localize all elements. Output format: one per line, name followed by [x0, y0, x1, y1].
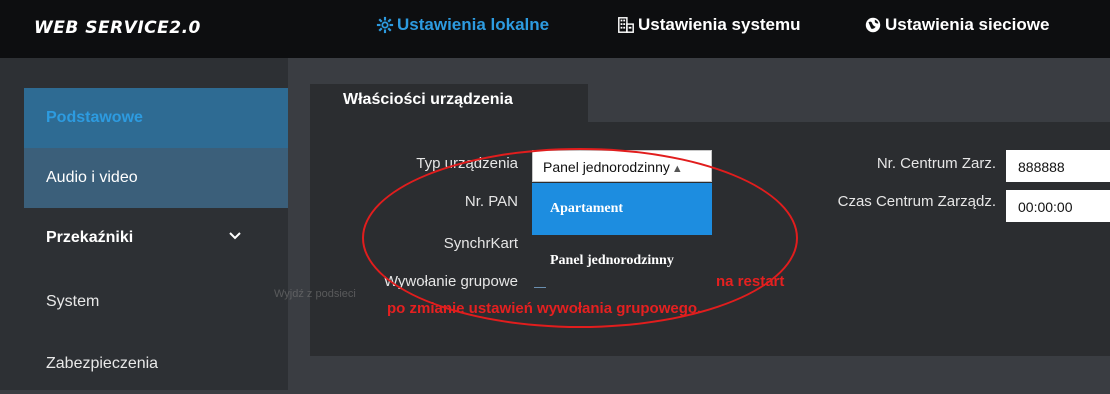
top-bar: WEB SERVICE2.0 Ustawienia lokalne Ustawi…: [0, 0, 1110, 58]
tab-device-properties[interactable]: Właściości urządzenia: [310, 84, 588, 122]
warning-line-2: po zmianie ustawień wywołania grupowego.: [387, 300, 702, 317]
building-icon: [617, 16, 635, 34]
globe-icon: [864, 16, 882, 34]
sidebar-item-system[interactable]: System: [24, 272, 288, 332]
sidebar-item-label: Przekaźniki: [46, 229, 134, 246]
sidebar-item-label: System: [46, 293, 100, 310]
pan-label: Nr. PAN: [464, 193, 518, 210]
option-apartament[interactable]: Apartament: [532, 183, 712, 235]
sidebar-item-label: Podstawowe: [46, 109, 143, 126]
nav-local-settings[interactable]: Ustawienia lokalne: [376, 15, 549, 35]
caret-up-icon: ▲: [671, 163, 683, 175]
mgmt-time-label: Czas Centrum Zarządz.: [837, 193, 996, 210]
sidebar-item-label: Zabezpieczenia: [46, 355, 159, 372]
ghost-tooltip-text: Wyjdź z podsieci: [274, 288, 356, 300]
gear-icon: [376, 16, 394, 34]
device-type-label: Typ urządzenia: [416, 155, 518, 172]
device-type-value: Panel jednorodzinny: [543, 159, 670, 175]
warning-line-1: na restart: [716, 273, 785, 290]
chevron-down-icon[interactable]: [228, 228, 242, 246]
option-panel-jednorodzinny[interactable]: Panel jednorodzinny: [532, 235, 712, 287]
sync-label: SynchrKart: [443, 235, 518, 252]
nav-network-settings-label: Ustawienia sieciowe: [885, 15, 1050, 34]
nav-system-settings-label: Ustawienia systemu: [638, 15, 801, 34]
app-logo: WEB SERVICE2.0: [34, 18, 201, 38]
nav-network-settings[interactable]: Ustawienia sieciowe: [864, 15, 1049, 35]
sidebar-item-zabezpieczenia[interactable]: Zabezpieczenia: [24, 334, 288, 394]
sidebar-item-audio-video[interactable]: Audio i video: [24, 148, 288, 208]
nav-local-settings-label: Ustawienia lokalne: [397, 15, 550, 34]
mgmt-center-label: Nr. Centrum Zarz.: [876, 155, 996, 172]
sidebar-item-przekazniki[interactable]: Przekaźniki: [24, 208, 288, 268]
nav-system-settings[interactable]: Ustawienia systemu: [617, 15, 801, 35]
device-type-select[interactable]: Panel jednorodzinny ▲: [532, 150, 712, 182]
sidebar-item-podstawowe[interactable]: Podstawowe: [24, 88, 288, 148]
mgmt-center-input[interactable]: 888888: [1006, 150, 1110, 182]
sidebar-item-label: Audio i video: [46, 169, 138, 186]
device-type-dropdown: Apartament Panel jednorodzinny: [532, 183, 712, 287]
mgmt-time-input[interactable]: 00:00:00: [1006, 190, 1110, 222]
